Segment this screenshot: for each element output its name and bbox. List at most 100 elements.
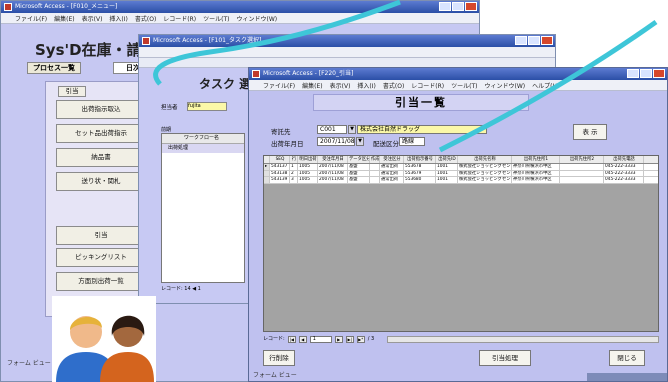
area-shipment-list-button[interactable]: 方面別出荷一覧: [56, 272, 146, 291]
user-input[interactable]: fujita: [187, 102, 227, 111]
cell[interactable]: 543137: [270, 164, 290, 170]
cell[interactable]: 通常出荷: [380, 170, 404, 176]
allocate-process-button[interactable]: 引当処理: [479, 350, 531, 366]
menu-item-window[interactable]: ウィンドウ(W): [485, 81, 526, 90]
invoice-tag-button[interactable]: 送り状・関札: [56, 172, 146, 191]
menu-item-view[interactable]: 表示(V): [330, 81, 351, 90]
small-allocate-button[interactable]: 引当: [58, 86, 86, 97]
cell[interactable]: 2007/11/08: [318, 177, 348, 183]
maximize-button[interactable]: [528, 36, 540, 45]
close-form-button[interactable]: 閉じる: [609, 350, 645, 366]
maximize-button[interactable]: [640, 69, 652, 78]
menu-item-view[interactable]: 表示(V): [82, 14, 103, 23]
allocate-button[interactable]: 引当: [56, 226, 146, 245]
current-record-field[interactable]: 1: [309, 336, 332, 343]
first-record-icon[interactable]: |◀: [287, 336, 296, 343]
col-header: 出荷先住所1: [512, 156, 560, 163]
cell[interactable]: 基盤: [348, 170, 370, 176]
minimize-button[interactable]: [515, 36, 527, 45]
cell[interactable]: 2007/11/08: [318, 170, 348, 176]
minimize-button[interactable]: [439, 2, 451, 11]
menu-item-edit[interactable]: 編集(E): [54, 14, 74, 23]
next-record-icon[interactable]: ▶: [334, 336, 343, 343]
cell[interactable]: 株式会社ショッピングセンター: [458, 177, 512, 183]
allocation-datasheet[interactable]: SEQ 行 明日出荷 受注年月日 データ区分 作成 受注区分 出荷指示番号 出荷…: [263, 155, 659, 332]
cell[interactable]: 045-222-3333: [604, 177, 644, 183]
cell[interactable]: 神奈川県横浜市中区: [512, 164, 560, 170]
cell[interactable]: 3: [290, 177, 298, 183]
menu-item-records[interactable]: レコード(R): [163, 14, 196, 23]
delete-row-button[interactable]: 行削除: [263, 350, 295, 366]
cell[interactable]: 553678: [404, 164, 436, 170]
menu-item-format[interactable]: 書式(O): [135, 14, 156, 23]
cell[interactable]: 基盤: [348, 164, 370, 170]
cell[interactable]: 通常出荷: [380, 177, 404, 183]
picking-list-button[interactable]: ピッキングリスト: [56, 248, 146, 267]
ship-date-field[interactable]: 2007/11/08: [317, 137, 355, 146]
cell[interactable]: 2007/11/08: [318, 164, 348, 170]
cell[interactable]: 神奈川県横浜市中区: [512, 177, 560, 183]
menu-item-tools[interactable]: ツール(T): [203, 14, 229, 23]
cell[interactable]: 553680: [404, 177, 436, 183]
workflow-list[interactable]: ワークフロー名 出荷処理: [161, 133, 245, 283]
close-button[interactable]: [541, 36, 553, 45]
cell[interactable]: 株式会社ショッピングセンター: [458, 170, 512, 176]
menu-item-insert[interactable]: 挿入(I): [357, 81, 375, 90]
cell[interactable]: [370, 164, 380, 170]
maximize-button[interactable]: [452, 2, 464, 11]
delivery-note-button[interactable]: 納品書: [56, 148, 146, 167]
close-button[interactable]: [465, 2, 477, 11]
cell[interactable]: 1: [290, 164, 298, 170]
cell[interactable]: 1001: [436, 164, 458, 170]
menu-item-insert[interactable]: 挿入(I): [109, 14, 127, 23]
cell[interactable]: 1005: [298, 177, 318, 183]
status-bar: フォーム ビュー: [7, 360, 51, 367]
horizontal-scrollbar[interactable]: [387, 336, 659, 343]
table-row[interactable]: 543139 3 1005 2007/11/08 基盤 通常出荷 553680 …: [264, 177, 658, 184]
cell[interactable]: 神奈川県横浜市中区: [512, 170, 560, 176]
ship-date-dropdown-icon[interactable]: ▼: [356, 137, 364, 146]
menu-item-format[interactable]: 書式(O): [383, 81, 404, 90]
menu-item-tools[interactable]: ツール(T): [451, 81, 477, 90]
cell[interactable]: 045-222-3333: [604, 170, 644, 176]
prev-record-icon[interactable]: ◀: [298, 336, 307, 343]
cell[interactable]: [560, 164, 604, 170]
set-item-instruction-button[interactable]: セット品出荷指示: [56, 124, 146, 143]
minimize-button[interactable]: [627, 69, 639, 78]
menu-item-window[interactable]: ウィンドウ(W): [237, 14, 278, 23]
record-navigator[interactable]: レコード: 14 ◀ 1: [161, 285, 201, 292]
cell[interactable]: [560, 170, 604, 176]
menu-item-records[interactable]: レコード(R): [411, 81, 444, 90]
list-item[interactable]: 出荷処理: [162, 144, 244, 153]
cell[interactable]: [370, 177, 380, 183]
shipment-import-button[interactable]: 出荷指示取込: [56, 100, 146, 119]
menu-item-file[interactable]: ファイル(F): [263, 81, 295, 90]
consignor-code-field[interactable]: C001: [317, 125, 347, 134]
consignor-dropdown-icon[interactable]: ▼: [348, 125, 356, 134]
cell[interactable]: [560, 177, 604, 183]
cell[interactable]: 553679: [404, 170, 436, 176]
cell[interactable]: 1005: [298, 170, 318, 176]
cell[interactable]: 045-222-3333: [604, 164, 644, 170]
cell[interactable]: 通常出荷: [380, 164, 404, 170]
cell[interactable]: 1001: [436, 170, 458, 176]
menu-item-edit[interactable]: 編集(E): [302, 81, 322, 90]
menu-item-file[interactable]: ファイル(F): [15, 14, 47, 23]
show-button[interactable]: 表 示: [573, 124, 607, 140]
new-record-icon[interactable]: ▶*: [356, 336, 365, 343]
menu-item-help[interactable]: ヘルプ(H): [532, 81, 559, 90]
cell[interactable]: 1005: [298, 164, 318, 170]
two-users-icon: [52, 296, 156, 382]
cell[interactable]: 543138: [270, 170, 290, 176]
tab-process-list[interactable]: プロセス一覧: [27, 62, 81, 74]
cell[interactable]: 543139: [270, 177, 290, 183]
cell[interactable]: 基盤: [348, 177, 370, 183]
cell[interactable]: 2: [290, 170, 298, 176]
cell[interactable]: 株式会社ショッピングセンター: [458, 164, 512, 170]
col-header: 受注年月日: [318, 156, 348, 163]
cell[interactable]: [370, 170, 380, 176]
cell[interactable]: 1001: [436, 177, 458, 183]
delivery-type-field[interactable]: 路線: [399, 137, 425, 146]
last-record-icon[interactable]: ▶|: [345, 336, 354, 343]
close-button[interactable]: [653, 69, 665, 78]
